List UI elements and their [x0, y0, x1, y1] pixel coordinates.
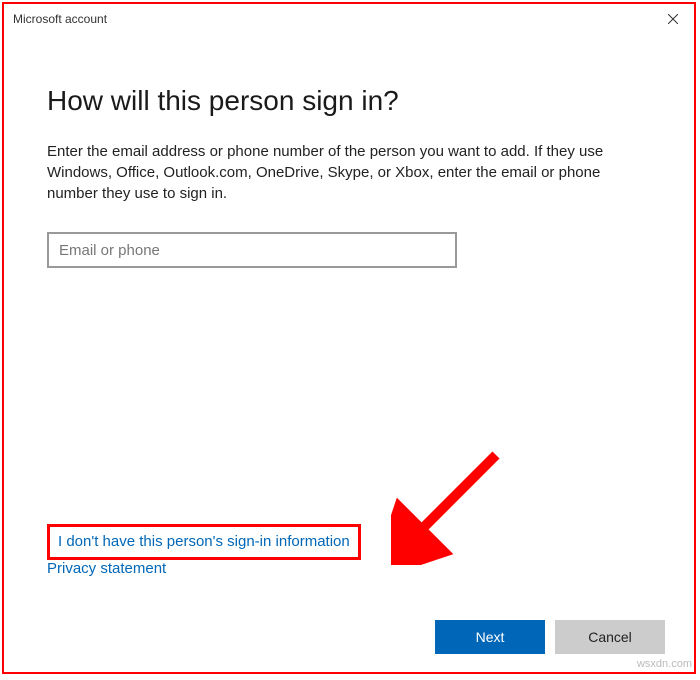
- dialog-footer: Next Cancel: [3, 601, 695, 673]
- dialog-content: How will this person sign in? Enter the …: [3, 35, 695, 601]
- annotation-highlight: I don't have this person's sign-in infor…: [47, 524, 361, 560]
- title-bar: Microsoft account: [3, 3, 695, 35]
- email-or-phone-input[interactable]: [47, 232, 457, 268]
- cancel-button[interactable]: Cancel: [555, 620, 665, 654]
- privacy-statement-link[interactable]: Privacy statement: [47, 560, 166, 577]
- close-button[interactable]: [650, 3, 695, 35]
- no-signin-info-link[interactable]: I don't have this person's sign-in infor…: [58, 533, 350, 550]
- page-heading: How will this person sign in?: [47, 85, 651, 117]
- dialog-window: Microsoft account How will this person s…: [2, 2, 696, 674]
- window-title: Microsoft account: [13, 12, 650, 26]
- links-area: I don't have this person's sign-in infor…: [47, 524, 361, 587]
- watermark-text: wsxdn.com: [637, 658, 692, 670]
- instructions-text: Enter the email address or phone number …: [47, 141, 607, 204]
- next-button[interactable]: Next: [435, 620, 545, 654]
- annotation-arrow-icon: [391, 445, 511, 565]
- close-icon: [668, 11, 678, 27]
